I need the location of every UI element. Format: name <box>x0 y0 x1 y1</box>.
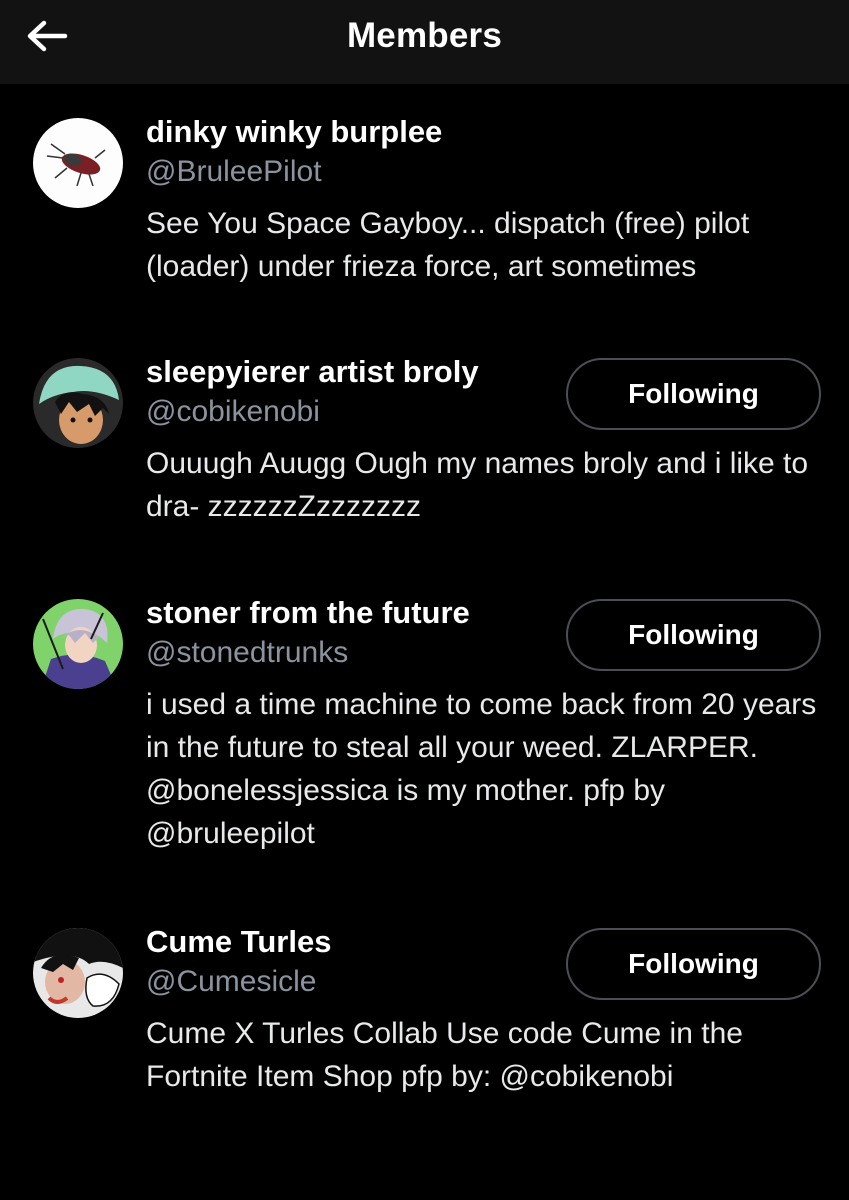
following-button[interactable]: Following <box>566 928 821 1000</box>
avatar[interactable] <box>33 599 123 689</box>
member-bio: See You Space Gayboy... dispatch (free) … <box>146 207 750 283</box>
member-handle[interactable]: @BruleePilot <box>146 152 819 192</box>
avatar[interactable] <box>33 928 123 1018</box>
member-bio: Cume X Turles Collab Use code Cume in th… <box>146 1017 743 1093</box>
member-bio: i used a time machine to come back from … <box>146 688 817 850</box>
avatar[interactable] <box>33 118 123 208</box>
top-bar: Members <box>0 0 849 84</box>
member-bio: Ouuugh Auugg Ough my names broly and i l… <box>146 447 809 523</box>
page-title: Members <box>346 16 503 55</box>
member-name[interactable]: dinky winky burplee <box>146 112 819 152</box>
following-button[interactable]: Following <box>566 358 821 430</box>
following-button[interactable]: Following <box>566 599 821 671</box>
avatar[interactable] <box>33 358 123 448</box>
